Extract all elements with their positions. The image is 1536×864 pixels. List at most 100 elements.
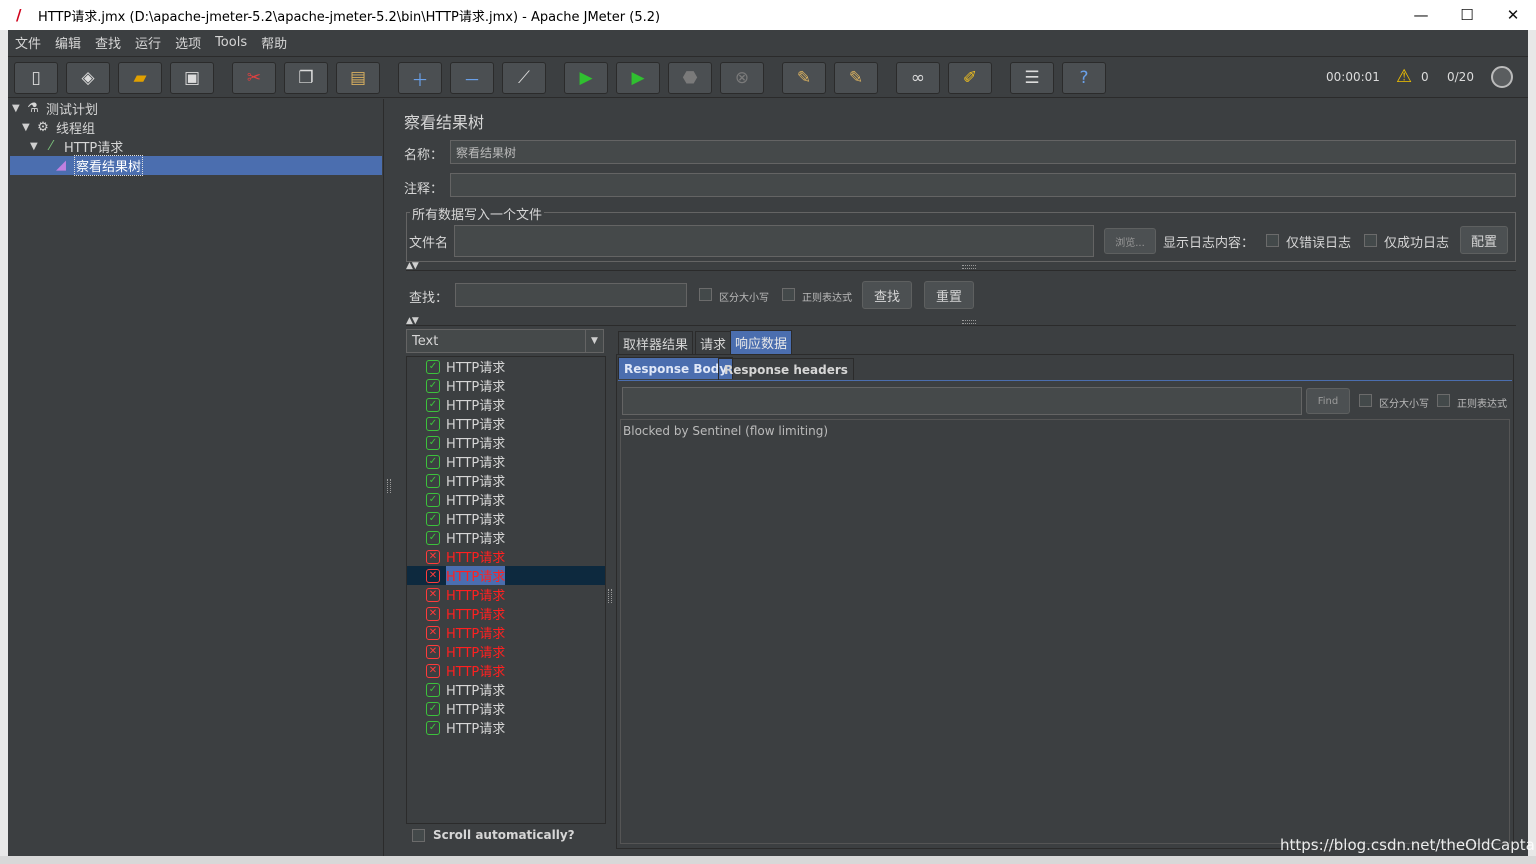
result-row[interactable]: ✓ HTTP请求 [407, 376, 605, 395]
result-row[interactable]: ✓ HTTP请求 [407, 395, 605, 414]
main-splitter[interactable] [385, 99, 393, 856]
clear-button[interactable]: ✎ [782, 62, 826, 94]
menu-search[interactable]: 查找 [88, 33, 128, 52]
search-button[interactable]: ∞ [896, 62, 940, 94]
name-field[interactable]: 察看结果树 [450, 140, 1516, 164]
filename-field[interactable] [454, 225, 1094, 257]
response-find-input[interactable] [622, 387, 1302, 415]
tree-node-label: 线程组 [56, 122, 96, 137]
result-row[interactable]: ✕ HTTP请求 [407, 661, 605, 680]
expand-arrow-icon[interactable]: ▼ [12, 103, 24, 114]
tab-response-data[interactable]: 响应数据 [730, 330, 793, 354]
tree-node-test-plan[interactable]: ▼ ⚗ 测试计划 [12, 99, 98, 118]
splitter-grip[interactable] [387, 479, 391, 493]
results-splitter[interactable] [606, 329, 614, 824]
find-button[interactable]: 查找 [862, 281, 912, 309]
success-only-checkbox[interactable] [1364, 234, 1377, 247]
tree-node-thread-group[interactable]: ▼ ⚙ 线程组 [22, 118, 95, 137]
stop-button[interactable]: ⬣ [668, 62, 712, 94]
result-row[interactable]: ✓ HTTP请求 [407, 471, 605, 490]
result-row[interactable]: ✓ HTTP请求 [407, 490, 605, 509]
copy-button[interactable]: ❐ [284, 62, 328, 94]
response-body-area[interactable] [620, 419, 1510, 844]
result-row[interactable]: ✓ HTTP请求 [407, 357, 605, 376]
response-regex-checkbox[interactable] [1437, 394, 1450, 407]
remote-globe-icon[interactable] [1491, 66, 1513, 88]
divider-grip[interactable] [962, 320, 976, 324]
result-label: HTTP请求 [446, 566, 506, 585]
tree-node-http-request[interactable]: ▼ ⁄ HTTP请求 [30, 137, 123, 156]
comment-field[interactable] [450, 173, 1516, 197]
flask-icon: ⚗ [27, 101, 39, 116]
toggle-button[interactable]: ⟋ [502, 62, 546, 94]
toolbar: ▯ ◈ ▰ ▣ ✂ ❐ ▤ ＋ － ⟋ ▶ ▶ ⬣ ⊗ ✎ ✎ ∞ ✐ ☰ ? … [8, 56, 1528, 98]
paste-button[interactable]: ▤ [336, 62, 380, 94]
menu-options[interactable]: 选项 [168, 33, 208, 52]
scroll-auto-checkbox[interactable] [412, 829, 425, 842]
result-row[interactable]: ✓ HTTP请求 [407, 528, 605, 547]
function-helper-button[interactable]: ☰ [1010, 62, 1054, 94]
shutdown-button[interactable]: ⊗ [720, 62, 764, 94]
expand-arrow-icon[interactable]: ▼ [22, 122, 34, 133]
result-row[interactable]: ✕ HTTP请求 [407, 547, 605, 566]
search-input[interactable] [455, 283, 687, 307]
result-row[interactable]: ✕ HTTP请求 [407, 623, 605, 642]
case-sensitive-checkbox[interactable] [699, 288, 712, 301]
result-row[interactable]: ✓ HTTP请求 [407, 509, 605, 528]
menu-help[interactable]: 帮助 [254, 33, 294, 52]
case-sensitive-label: 区分大小写 [719, 293, 769, 304]
menu-run[interactable]: 运行 [128, 33, 168, 52]
result-row[interactable]: ✓ HTTP请求 [407, 414, 605, 433]
tab-sampler-result[interactable]: 取样器结果 [618, 331, 694, 354]
tree-node-view-results-tree[interactable]: ◢ 察看结果树 [10, 155, 382, 176]
result-row[interactable]: ✓ HTTP请求 [407, 718, 605, 737]
menu-file[interactable]: 文件 [8, 33, 48, 52]
warning-icon[interactable]: ⚠ [1396, 66, 1412, 87]
new-button[interactable]: ▯ [14, 62, 58, 94]
renderer-select[interactable]: Text ▼ [406, 329, 604, 353]
configure-button[interactable]: 配置 [1460, 226, 1508, 254]
save-button[interactable]: ▣ [170, 62, 214, 94]
maximize-button[interactable]: ☐ [1444, 0, 1490, 30]
templates-button[interactable]: ◈ [66, 62, 110, 94]
cut-button[interactable]: ✂ [232, 62, 276, 94]
regex-checkbox[interactable] [782, 288, 795, 301]
start-no-pause-button[interactable]: ▶ [616, 62, 660, 94]
menu-edit[interactable]: 编辑 [48, 33, 88, 52]
response-find-button[interactable]: Find [1306, 388, 1350, 414]
help-button[interactable]: ? [1062, 62, 1106, 94]
clear-all-button[interactable]: ✎ [834, 62, 878, 94]
result-row[interactable]: ✓ HTTP请求 [407, 699, 605, 718]
result-row[interactable]: ✕ HTTP请求 [407, 585, 605, 604]
chevron-down-icon[interactable]: ▼ [585, 330, 603, 352]
expand-button[interactable]: ＋ [398, 62, 442, 94]
close-button[interactable]: ✕ [1490, 0, 1536, 30]
tab-request[interactable]: 请求 [695, 331, 732, 354]
tab-response-body[interactable]: Response Body [618, 357, 734, 379]
reset-button[interactable]: 重置 [924, 281, 974, 309]
expand-arrow-icon[interactable]: ▼ [30, 141, 42, 152]
result-row[interactable]: ✓ HTTP请求 [407, 452, 605, 471]
success-shield-icon: ✓ [426, 359, 440, 374]
open-button[interactable]: ▰ [118, 62, 162, 94]
tab-response-headers[interactable]: Response headers [718, 358, 854, 380]
menu-tools[interactable]: Tools [208, 35, 254, 50]
success-shield-icon: ✓ [426, 720, 440, 735]
result-row[interactable]: ✕ HTTP请求 [407, 642, 605, 661]
error-shield-icon: ✕ [426, 644, 440, 659]
result-row[interactable]: ✓ HTTP请求 [407, 433, 605, 452]
minimize-button[interactable]: — [1398, 0, 1444, 30]
splitter-grip[interactable] [608, 589, 612, 603]
result-row-selected[interactable]: ✕ HTTP请求 [407, 566, 605, 585]
divider-grip[interactable] [962, 265, 976, 269]
result-row[interactable]: ✓ HTTP请求 [407, 680, 605, 699]
scissors-icon: ✂ [246, 68, 262, 88]
collapse-button[interactable]: － [450, 62, 494, 94]
result-row[interactable]: ✕ HTTP请求 [407, 604, 605, 623]
start-button[interactable]: ▶ [564, 62, 608, 94]
browse-button[interactable]: 浏览... [1104, 228, 1156, 254]
response-case-checkbox[interactable] [1359, 394, 1372, 407]
folder-icon: ▰ [133, 68, 147, 88]
reset-search-button[interactable]: ✐ [948, 62, 992, 94]
errors-only-checkbox[interactable] [1266, 234, 1279, 247]
